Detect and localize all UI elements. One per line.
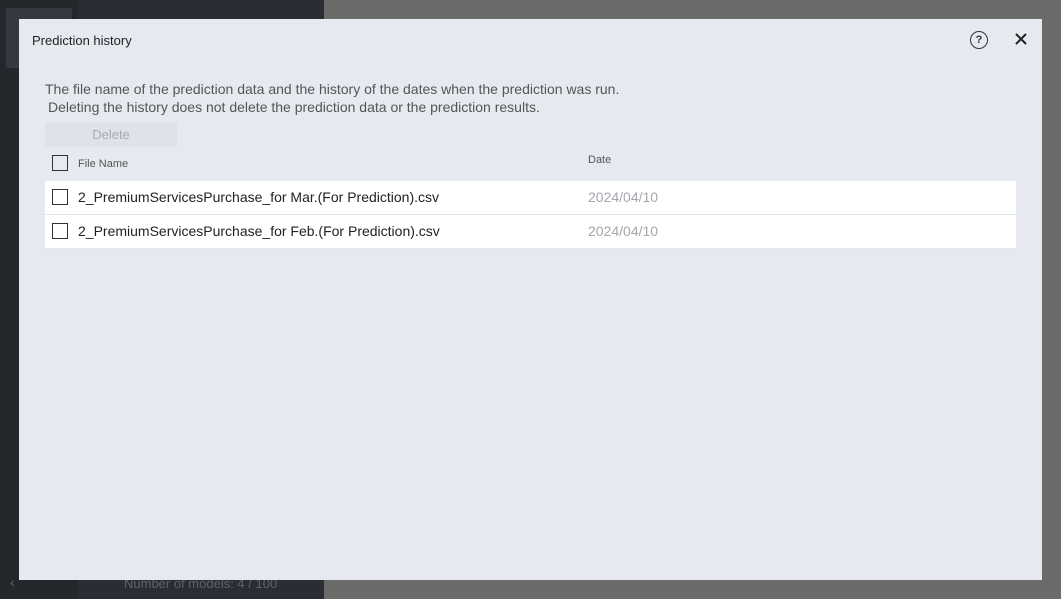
row-date: 2024/04/10 — [588, 223, 659, 239]
select-all-checkbox[interactable] — [52, 155, 68, 171]
dialog-description: The file name of the prediction data and… — [45, 80, 619, 116]
description-line-1: The file name of the prediction data and… — [45, 81, 620, 97]
chevron-left-icon: ‹ — [10, 574, 15, 590]
table-row[interactable]: 2_PremiumServicesPurchase_for Feb.(For P… — [45, 215, 1016, 249]
row-date: 2024/04/10 — [588, 189, 659, 205]
table-row[interactable]: 2_PremiumServicesPurchase_for Mar.(For P… — [45, 181, 1016, 215]
prediction-history-dialog: Prediction history ? The file name of th… — [19, 19, 1042, 580]
row-file-name: 2_PremiumServicesPurchase_for Mar.(For P… — [78, 189, 440, 205]
column-header-date: Date — [588, 154, 612, 166]
help-icon[interactable]: ? — [970, 31, 988, 49]
history-table: File Name Date 2_PremiumServicesPurchase… — [45, 147, 1016, 249]
dialog-title: Prediction history — [32, 33, 132, 48]
description-line-2: Deleting the history does not delete the… — [48, 99, 540, 115]
column-header-file-name: File Name — [78, 158, 129, 170]
row-checkbox[interactable] — [52, 189, 68, 205]
table-header: File Name Date — [45, 147, 1016, 181]
row-file-name: 2_PremiumServicesPurchase_for Feb.(For P… — [78, 223, 440, 239]
row-checkbox[interactable] — [52, 223, 68, 239]
delete-button[interactable]: Delete — [45, 122, 177, 147]
close-icon[interactable] — [1011, 29, 1031, 49]
